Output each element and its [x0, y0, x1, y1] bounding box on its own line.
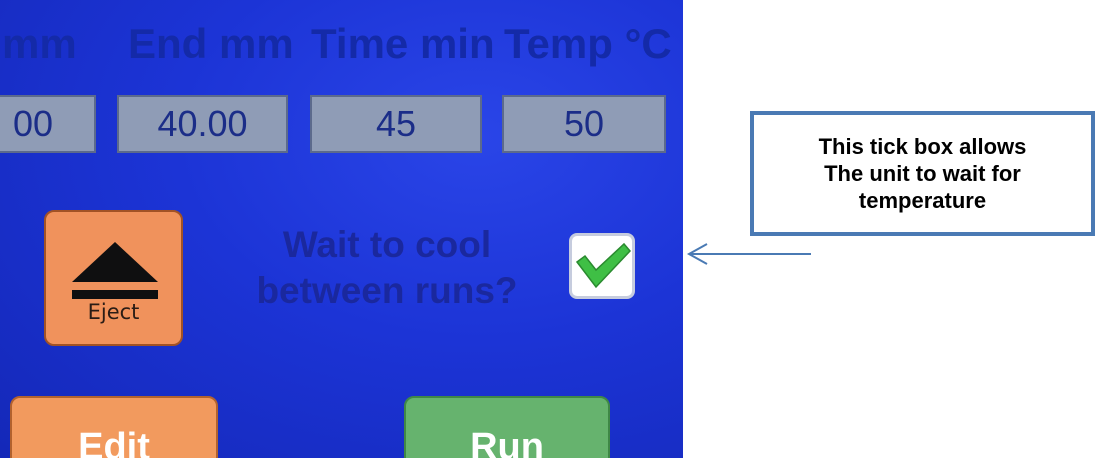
- end-mm-field[interactable]: 40.00: [117, 95, 288, 153]
- annotation-callout: This tick box allows The unit to wait fo…: [750, 111, 1095, 236]
- wait-label-line1: Wait to cool: [282, 224, 492, 265]
- edit-button[interactable]: Edit: [10, 396, 218, 458]
- wait-to-cool-checkbox[interactable]: [569, 233, 635, 299]
- checkmark-icon: [575, 242, 632, 289]
- header-time-min: Time min: [311, 20, 495, 67]
- callout-text: This tick box allows The unit to wait fo…: [818, 134, 1027, 213]
- header-start-mm: mm: [2, 20, 77, 67]
- eject-button[interactable]: Eject: [44, 210, 183, 346]
- left-arrow-icon: [686, 243, 811, 265]
- header-temp: Temp °C: [504, 20, 672, 67]
- start-mm-field[interactable]: 00: [0, 95, 96, 153]
- eject-bar: [72, 290, 158, 299]
- wait-label-line2: between runs?: [256, 270, 518, 311]
- header-end-mm: End mm: [128, 20, 294, 67]
- time-min-field[interactable]: 45: [310, 95, 482, 153]
- eject-label: Eject: [87, 300, 140, 324]
- device-screen: mm End mm Time min Temp °C 00 40.00 45 5…: [0, 0, 683, 458]
- wait-to-cool-label: Wait to cool between runs?: [222, 222, 552, 314]
- temp-field[interactable]: 50: [502, 95, 666, 153]
- eject-icon: [72, 242, 158, 282]
- run-button[interactable]: Run: [404, 396, 610, 458]
